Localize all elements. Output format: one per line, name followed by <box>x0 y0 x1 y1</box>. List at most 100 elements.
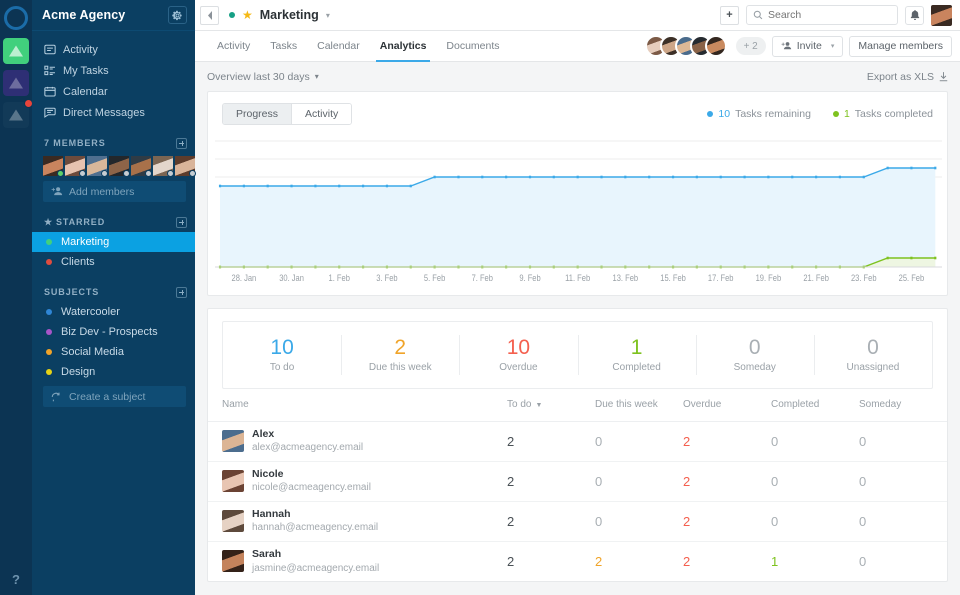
row-avatar-sarah[interactable] <box>222 550 244 573</box>
cell-completed: 0 <box>771 461 859 502</box>
data-point <box>886 166 889 170</box>
x-tick-label: 30. Jan <box>279 272 304 283</box>
stat-completed[interactable]: 1 Completed <box>577 322 696 388</box>
gear-icon[interactable] <box>168 6 187 24</box>
stat-value: 0 <box>748 336 761 359</box>
stat-overdue[interactable]: 10 Overdue <box>459 322 577 388</box>
add-members-button[interactable]: Add members <box>43 181 186 202</box>
table-row[interactable]: Sarah jasmine@acmeagency.email 2 2 2 1 0 <box>208 541 947 581</box>
members-stats-table: Name To do ▼ Due this week Overdue Completed S… <box>208 389 947 581</box>
cell-someday: 0 <box>859 461 947 502</box>
chart-tab-activity[interactable]: Activity <box>291 103 352 124</box>
table-head: Name To do ▼ Due this week Overdue Completed S… <box>208 389 947 422</box>
search-input[interactable] <box>768 9 878 21</box>
sidebar-item-direct-messages[interactable]: Direct Messages <box>32 102 195 123</box>
add-subject-plus-icon[interactable] <box>176 286 187 298</box>
subject-item-design[interactable]: Design <box>32 362 195 382</box>
add-starred-plus-icon[interactable] <box>176 216 187 228</box>
manage-members-label: Manage members <box>858 40 943 52</box>
column-header-due-this-week[interactable]: Due this week <box>595 389 683 422</box>
workspace-second[interactable] <box>3 70 29 96</box>
person-cell: Sarah jasmine@acmeagency.email <box>208 547 507 575</box>
column-header-overdue[interactable]: Overdue <box>683 389 771 422</box>
sidebar-item-calendar[interactable]: Calendar <box>32 81 195 102</box>
table-row[interactable]: Nicole nicole@acmeagency.email 2 0 2 0 0 <box>208 461 947 502</box>
chart-tab-progress[interactable]: Progress <box>223 103 292 124</box>
row-avatar-hannah[interactable] <box>222 509 244 532</box>
person-name: Alex <box>252 428 275 441</box>
cell-completed: 1 <box>771 553 779 569</box>
chevron-down-icon[interactable]: ▾ <box>326 11 330 20</box>
member-avatar-5[interactable] <box>131 156 152 177</box>
subject-item-social-media[interactable]: Social Media <box>32 342 195 362</box>
tab-activity[interactable]: Activity <box>207 31 260 62</box>
tab-documents[interactable]: Documents <box>436 31 509 62</box>
member-avatar-4[interactable] <box>109 156 130 177</box>
stat-to-do[interactable]: 10 To do <box>223 322 341 388</box>
starred-item-clients[interactable]: Clients <box>32 252 195 272</box>
stat-due-this-week[interactable]: 2 Due this week <box>341 322 459 388</box>
search-box[interactable] <box>746 5 898 25</box>
sidebar-item-my-tasks[interactable]: My Tasks <box>32 60 195 81</box>
sidebar-item-activity[interactable]: Activity <box>32 39 195 60</box>
table-row[interactable]: Alex alex@acmeagency.email 2 0 2 0 0 <box>208 421 947 462</box>
member-avatar-1[interactable] <box>43 156 64 177</box>
column-header-completed[interactable]: Completed <box>771 389 859 422</box>
workspace-acme[interactable] <box>3 38 29 64</box>
data-point <box>290 184 293 188</box>
facepile-overflow[interactable]: + 2 <box>735 37 766 55</box>
export-xls-label: Export as XLS <box>866 70 934 83</box>
data-point <box>815 175 818 179</box>
overview-range-dropdown[interactable]: Overview last 30 days ▾ <box>207 71 319 83</box>
member-avatar-2[interactable] <box>65 156 86 177</box>
data-point <box>409 184 412 188</box>
member-avatar-6[interactable] <box>153 156 174 177</box>
presence-dot <box>145 170 152 177</box>
star-icon[interactable]: ★ <box>242 8 253 22</box>
stat-label: To do <box>269 362 295 373</box>
tab-analytics[interactable]: Analytics <box>370 31 437 62</box>
workspace-third[interactable] <box>3 99 33 128</box>
create-subject-button[interactable]: Create a subject <box>43 386 186 407</box>
stat-someday[interactable]: 0 Someday <box>695 322 814 388</box>
item-label: Social Media <box>61 346 124 358</box>
app-logo[interactable] <box>4 6 28 30</box>
subject-item-watercooler[interactable]: Watercooler <box>32 302 195 322</box>
x-tick-label: 28. Jan <box>232 272 257 283</box>
data-point <box>266 184 269 188</box>
column-header-to-do[interactable]: To do ▼ <box>507 389 595 422</box>
export-xls-button[interactable]: Export as XLS <box>867 71 948 83</box>
tabs-group: Activity Tasks Calendar Analytics Documents <box>207 31 510 62</box>
tab-calendar[interactable]: Calendar <box>307 31 370 62</box>
user-avatar[interactable] <box>931 4 952 26</box>
member-avatar-7[interactable] <box>175 156 196 177</box>
legend-label: Tasks remaining <box>735 107 811 120</box>
sidebar-item-label: Activity <box>63 43 98 56</box>
invite-button[interactable]: Invite ▾ <box>771 35 844 57</box>
cell-completed: 0 <box>771 421 859 462</box>
add-button[interactable]: + <box>720 5 739 25</box>
facepile-avatar-5[interactable] <box>704 35 727 57</box>
help-button[interactable]: ? <box>0 572 32 587</box>
sidebar: Acme Agency Activity My Tasks Calendar Dire… <box>32 0 196 595</box>
row-avatar-alex[interactable] <box>222 429 244 452</box>
manage-members-button[interactable]: Manage members <box>849 35 952 57</box>
column-header-name[interactable]: Name <box>208 389 507 422</box>
tab-tasks[interactable]: Tasks <box>260 31 307 62</box>
facepile[interactable] <box>644 35 727 57</box>
data-point <box>719 175 722 179</box>
table-row[interactable]: Hannah hannah@acmeagency.email 2 0 2 0 0 <box>208 501 947 542</box>
stat-unassigned[interactable]: 0 Unassigned <box>813 322 932 388</box>
starred-item-marketing[interactable]: Marketing <box>32 232 195 252</box>
back-button[interactable] <box>200 5 219 25</box>
row-avatar-nicole[interactable] <box>222 469 244 492</box>
cell-name: Sarah jasmine@acmeagency.email <box>208 541 507 581</box>
column-header-someday[interactable]: Someday <box>859 389 947 422</box>
notifications-button[interactable] <box>905 5 924 25</box>
subject-item-biz-dev---prospects[interactable]: Biz Dev - Prospects <box>32 322 195 342</box>
chart-header: Progress Activity 10 Tasks remaining 1 Tas… <box>208 92 947 135</box>
add-person-icon <box>781 42 791 50</box>
add-member-plus-icon[interactable] <box>176 137 187 149</box>
member-avatar-3[interactable] <box>87 156 108 177</box>
series-area-0 <box>220 168 936 267</box>
